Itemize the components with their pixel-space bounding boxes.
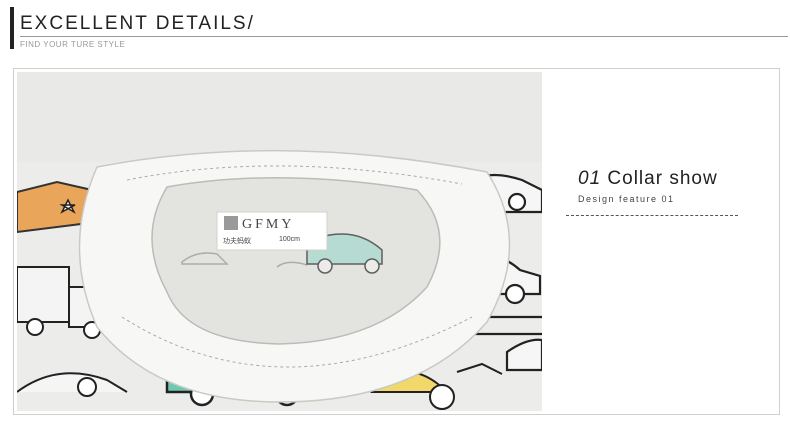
feature-title: 01 Collar show <box>578 168 718 190</box>
label-brand: GFMY <box>242 217 295 232</box>
label-chinese: 功夫蚂蚁 <box>223 237 251 245</box>
feature-number: 01 <box>578 168 602 189</box>
section-title: EXCELLENT DETAILS/ <box>20 13 255 34</box>
collar-photo: GFMY 功夫蚂蚁 100cm <box>17 72 542 411</box>
feature-subtitle: Design feature 01 <box>578 194 675 204</box>
feature-divider <box>566 215 738 216</box>
header-divider <box>20 36 788 37</box>
label-size: 100cm <box>279 236 301 243</box>
section-subtitle: FIND YOUR TURE STYLE <box>20 40 126 49</box>
header-accent-bar <box>10 7 14 49</box>
feature-title-text: Collar show <box>607 168 718 189</box>
